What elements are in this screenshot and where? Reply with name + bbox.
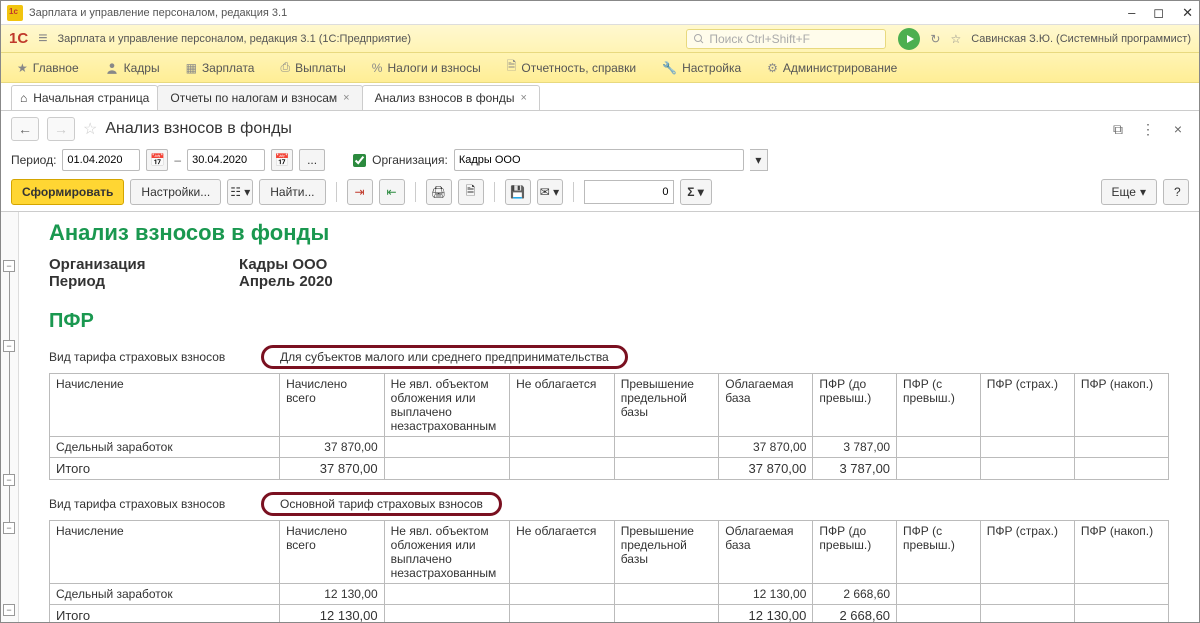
run-button[interactable] — [898, 28, 920, 50]
menu-zarplata[interactable]: ▦Зарплата — [176, 61, 265, 75]
hamburger-icon[interactable]: ≡ — [38, 30, 47, 48]
report-section: ПФР — [49, 310, 1179, 333]
app-bar: 1C ≡ Зарплата и управление персоналом, р… — [1, 25, 1199, 53]
organization-select[interactable] — [454, 149, 744, 171]
window-titlebar: Зарплата и управление персоналом, редакц… — [1, 1, 1199, 25]
close-page-icon[interactable]: × — [1167, 118, 1189, 140]
outline-gutter: − − − − − — [1, 212, 19, 622]
kebab-menu-icon[interactable]: ⋮ — [1137, 118, 1159, 140]
org-checkbox[interactable]: Организация: — [349, 151, 448, 170]
table-row[interactable]: Сдельный заработок 37 870,00 37 870,00 3… — [50, 437, 1169, 458]
person-icon — [105, 61, 119, 75]
save-icon[interactable]: 💾 — [505, 179, 531, 205]
tarif-value-1: Для субъектов малого или среднего предпр… — [261, 345, 628, 369]
report-table-1: Начисление Начислено всего Не явл. объек… — [49, 373, 1169, 480]
tab-analysis[interactable]: Анализ взносов в фонды× — [362, 85, 540, 110]
outline-node[interactable]: − — [3, 522, 15, 534]
report-org-label: Организация — [49, 256, 239, 273]
table-total-row[interactable]: Итого 37 870,00 37 870,00 3 787,00 — [50, 458, 1169, 480]
tab-home[interactable]: ⌂Начальная страница — [11, 85, 158, 110]
search-icon — [693, 33, 705, 45]
main-menu: ★Главное Кадры ▦Зарплата ⎙Выплаты %Налог… — [1, 53, 1199, 83]
menu-main[interactable]: ★Главное — [7, 61, 89, 75]
history-icon[interactable]: ↻ — [930, 32, 940, 46]
toolbar: Сформировать Настройки... ☷ ▾ Найти... ⇥… — [1, 173, 1199, 211]
menu-vyplaty[interactable]: ⎙Выплаты — [270, 60, 355, 75]
report-org-value: Кадры ООО — [239, 256, 327, 273]
period-picker-button[interactable]: ... — [299, 149, 325, 171]
tab-bar: ⌂Начальная страница Отчеты по налогам и … — [1, 83, 1199, 111]
menu-nalogi[interactable]: %Налоги и взносы — [362, 61, 491, 75]
tab-close-icon[interactable]: × — [521, 92, 527, 104]
form-button[interactable]: Сформировать — [11, 179, 124, 205]
tab-close-icon[interactable]: × — [343, 92, 349, 104]
favorite-icon[interactable]: ☆ — [83, 119, 97, 139]
star-icon[interactable]: ☆ — [950, 32, 961, 46]
calendar-to-icon[interactable]: 📅 — [271, 149, 293, 171]
outline-node[interactable]: − — [3, 340, 15, 352]
search-placeholder: Поиск Ctrl+Shift+F — [709, 32, 810, 46]
help-button[interactable]: ? — [1163, 179, 1189, 205]
window-title: Зарплата и управление персоналом, редакц… — [29, 7, 1128, 19]
nav-forward-button[interactable]: → — [47, 117, 75, 141]
tarif-label: Вид тарифа страховых взносов — [49, 497, 261, 511]
calendar-from-icon[interactable]: 📅 — [146, 149, 168, 171]
menu-otchet[interactable]: 🗎Отчетность, справки — [497, 57, 646, 78]
maximize-icon[interactable]: ◻ — [1153, 5, 1164, 21]
expand-icon[interactable]: ⇥ — [347, 179, 373, 205]
outline-node[interactable]: − — [3, 474, 15, 486]
page-title: Анализ взносов в фонды — [105, 120, 292, 138]
find-button[interactable]: Найти... — [259, 179, 325, 205]
tarif-value-2: Основной тариф страховых взносов — [261, 492, 502, 516]
outline-node[interactable]: − — [3, 260, 15, 272]
collapse-icon[interactable]: ⇤ — [379, 179, 405, 205]
sigma-button[interactable]: Σ ▾ — [680, 179, 712, 205]
report-period-label: Период — [49, 273, 239, 290]
app-logo-icon — [7, 5, 23, 21]
menu-kadry[interactable]: Кадры — [95, 61, 170, 75]
settings-dropdown-icon[interactable]: ☷ ▾ — [227, 179, 253, 205]
sum-input[interactable] — [584, 180, 674, 204]
date-from-input[interactable] — [62, 149, 140, 171]
report-table-2: Начисление Начислено всего Не явл. объек… — [49, 520, 1169, 622]
tab-reports[interactable]: Отчеты по налогам и взносам× — [157, 85, 362, 110]
outline-node[interactable]: − — [3, 604, 15, 616]
settings-button[interactable]: Настройки... — [130, 179, 221, 205]
nav-back-button[interactable]: ← — [11, 117, 39, 141]
table-total-row[interactable]: Итого 12 130,00 12 130,00 2 668,60 — [50, 605, 1169, 623]
report-period-value: Апрель 2020 — [239, 273, 333, 290]
params-bar: Период: 📅 – 📅 ... Организация: ▾ — [1, 147, 1199, 173]
menu-admin[interactable]: ⚙Администрирование — [757, 61, 907, 75]
appbar-title: Зарплата и управление персоналом, редакц… — [58, 33, 687, 45]
print-settings-icon[interactable]: 🗎 — [458, 179, 484, 205]
page-header: ← → ☆ Анализ взносов в фонды ⧉ ⋮ × — [1, 111, 1199, 147]
minimize-icon[interactable]: – — [1128, 5, 1135, 20]
report-area[interactable]: − − − − − Анализ взносов в фонды Организ… — [1, 211, 1199, 622]
open-new-window-icon[interactable]: ⧉ — [1107, 118, 1129, 140]
menu-nastroika[interactable]: 🔧Настройка — [652, 61, 751, 75]
tarif-label: Вид тарифа страховых взносов — [49, 350, 261, 364]
search-input[interactable]: Поиск Ctrl+Shift+F — [686, 29, 886, 49]
home-icon: ⌂ — [20, 91, 27, 105]
org-dropdown-icon[interactable]: ▾ — [750, 149, 768, 171]
period-label: Период: — [11, 153, 56, 167]
report-title: Анализ взносов в фонды — [49, 220, 1179, 246]
brand-icon: 1C — [9, 30, 28, 47]
more-button[interactable]: Еще ▾ — [1101, 179, 1157, 205]
date-to-input[interactable] — [187, 149, 265, 171]
mail-icon[interactable]: ✉ ▾ — [537, 179, 563, 205]
close-icon[interactable]: ✕ — [1182, 5, 1193, 21]
table-row[interactable]: Сдельный заработок 12 130,00 12 130,00 2… — [50, 584, 1169, 605]
print-icon[interactable]: 🖨 — [426, 179, 452, 205]
user-name[interactable]: Савинская З.Ю. (Системный программист) — [971, 33, 1191, 45]
